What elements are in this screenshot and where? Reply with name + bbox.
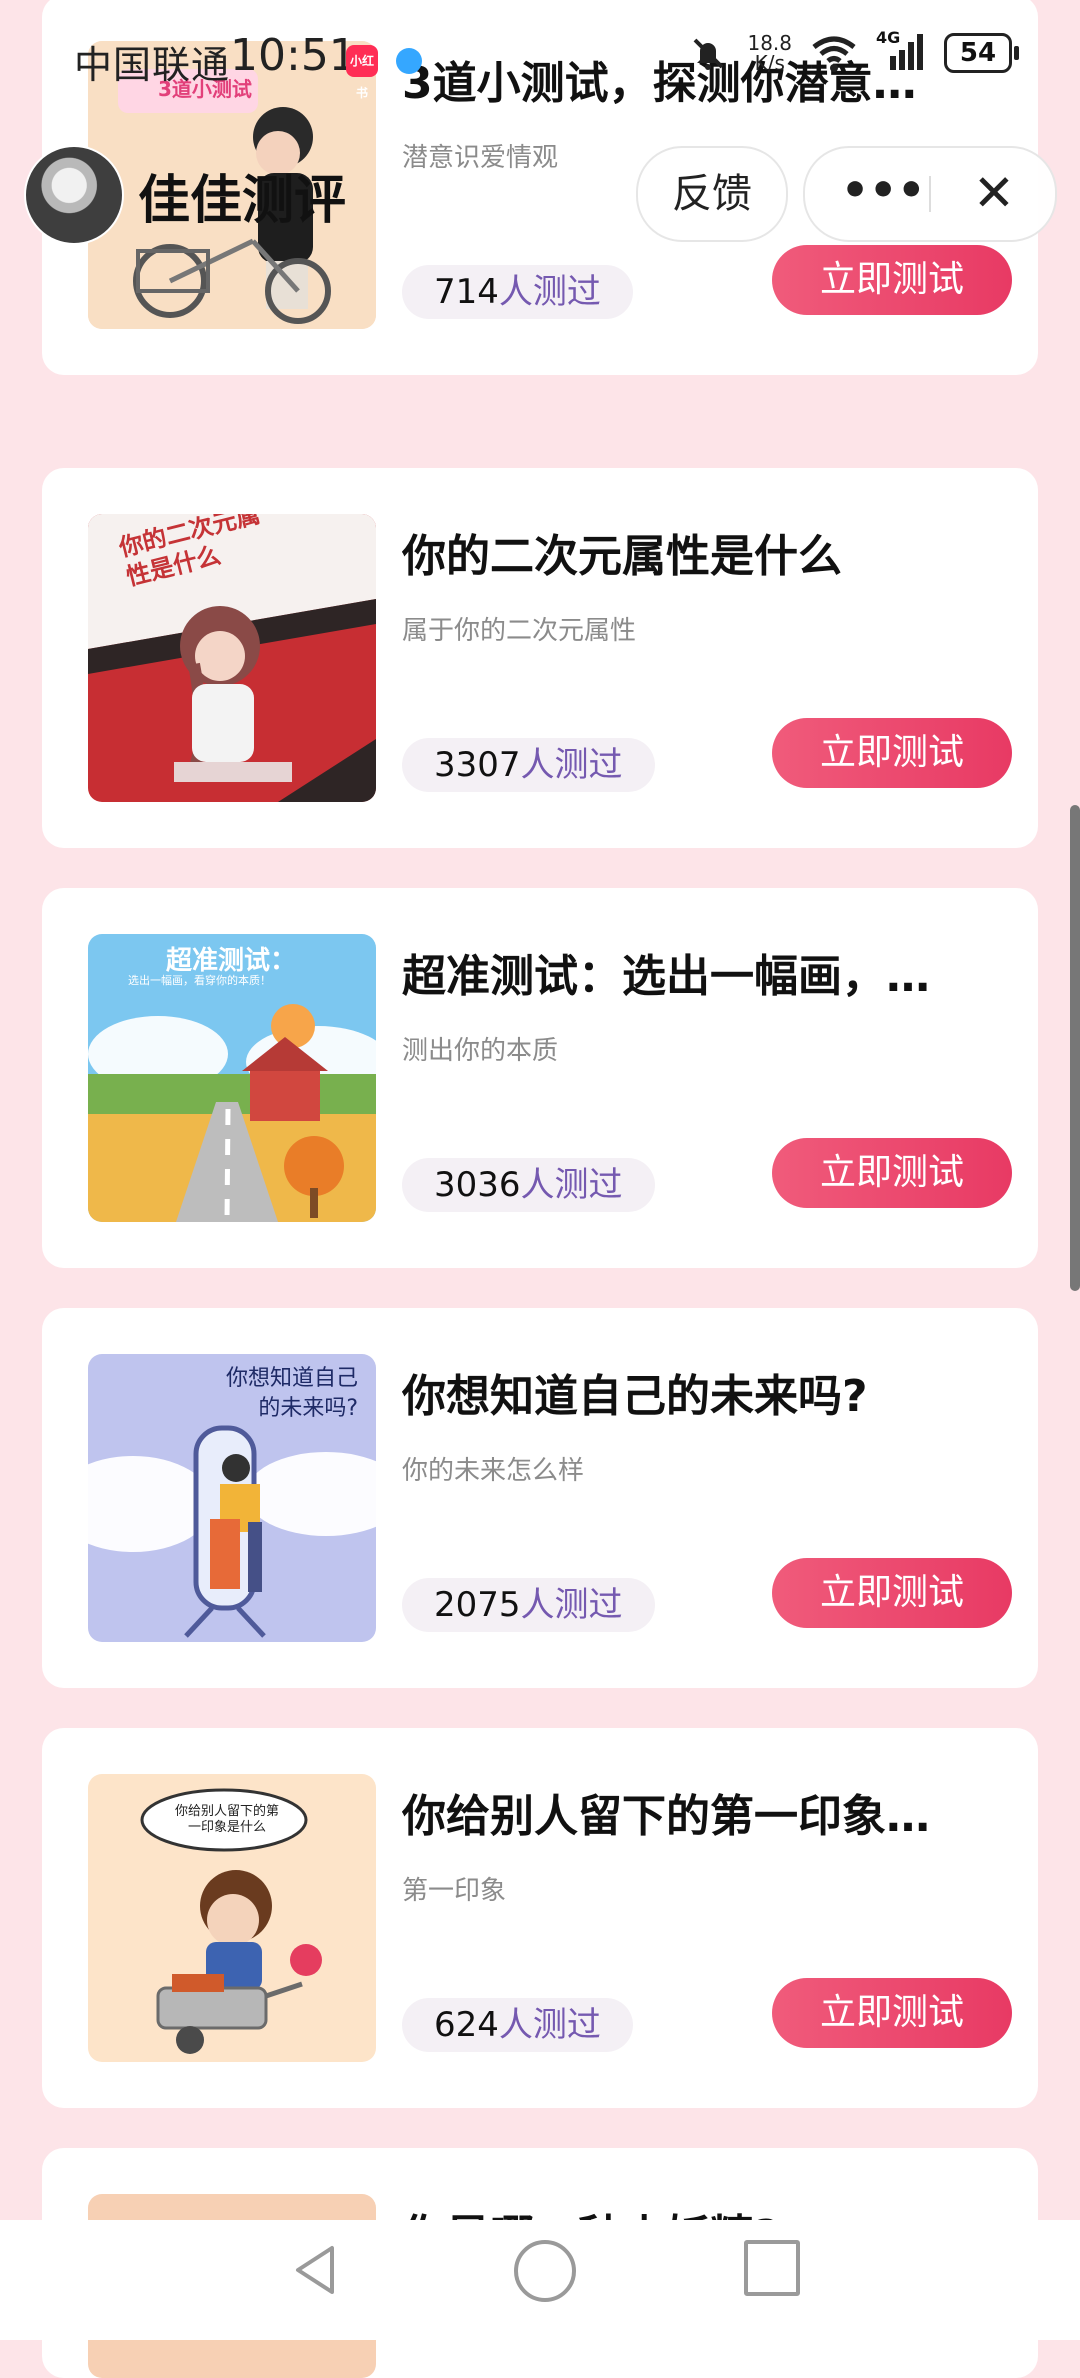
start-test-button[interactable]: 立即测试 — [772, 1978, 1012, 2048]
quiz-subtitle: 属于你的二次元属性 — [402, 616, 637, 646]
mute-icon — [694, 38, 724, 70]
feedback-button[interactable]: 反馈 — [636, 146, 788, 242]
app-notification-icon — [396, 48, 422, 74]
quiz-thumbnail: 超准测试： 选出一幅画，看穿你的本质！ — [88, 934, 376, 1222]
tested-count: 624人测过 — [402, 1998, 633, 2052]
quiz-title: 超准测试：选出一幅画，… — [402, 951, 930, 1002]
tested-count: 714人测过 — [402, 265, 633, 319]
thumbnail-subcaption: 选出一幅画，看穿你的本质！ — [128, 974, 271, 987]
quiz-card-3[interactable]: 超准测试： 选出一幅画，看穿你的本质！ 超准测试：选出一幅画，… 测出你的本质 … — [42, 888, 1038, 1268]
battery-icon: 54 — [944, 33, 1019, 73]
quiz-thumbnail: 你想知道自己的未来吗? — [88, 1354, 376, 1642]
mini-program-capsule: ••• ✕ — [803, 146, 1057, 242]
recent-apps-icon[interactable] — [744, 2240, 800, 2296]
home-icon[interactable] — [514, 2240, 576, 2302]
quiz-card-4[interactable]: 你想知道自己的未来吗? 你想知道自己的未来吗? 你的未来怎么样 2075人测过 … — [42, 1308, 1038, 1688]
tested-count: 3307人测过 — [402, 738, 655, 792]
close-icon[interactable]: ✕ — [959, 148, 1029, 240]
quiz-thumbnail: 你给别人留下的第一印象是什么 — [88, 1774, 376, 2062]
quiz-subtitle: 你的未来怎么样 — [402, 1456, 585, 1486]
scrollbar[interactable] — [1070, 805, 1080, 1291]
quiz-subtitle: 测出你的本质 — [402, 1036, 559, 1066]
back-icon[interactable] — [286, 2240, 346, 2300]
app-avatar[interactable] — [24, 145, 124, 245]
more-icon[interactable]: ••• — [841, 148, 925, 240]
quiz-thumbnail: 你的二次元属性是什么 — [88, 514, 376, 802]
system-navigation-bar — [0, 2220, 1080, 2340]
status-icons: 18.8 K/s 4G 54 — [687, 28, 1019, 75]
quiz-card-2[interactable]: 你的二次元属性是什么 你的二次元属性是什么 属于你的二次元属性 3307人测过 … — [42, 468, 1038, 848]
network-speed: 18.8 K/s — [747, 31, 792, 75]
tested-count: 3036人测过 — [402, 1158, 655, 1212]
start-test-button[interactable]: 立即测试 — [772, 245, 1012, 315]
quiz-title: 你想知道自己的未来吗? — [402, 1371, 868, 1422]
start-test-button[interactable]: 立即测试 — [772, 718, 1012, 788]
quiz-subtitle: 潜意识爱情观 — [402, 143, 559, 173]
status-bar: 中国联通 10:51 小红书 18.8 K/s 4G 54 — [0, 0, 1080, 118]
tested-count: 2075人测过 — [402, 1578, 655, 1632]
quiz-subtitle: 第一印象 — [402, 1876, 507, 1906]
wifi-icon — [812, 36, 856, 72]
thumbnail-caption: 你想知道自己的未来吗? — [225, 1366, 358, 1421]
quiz-title: 你给别人留下的第一印象… — [402, 1791, 930, 1842]
signal-icon: 4G — [876, 28, 926, 74]
start-test-button[interactable]: 立即测试 — [772, 1558, 1012, 1628]
quiz-title: 你的二次元属性是什么 — [402, 531, 842, 582]
start-test-button[interactable]: 立即测试 — [772, 1138, 1012, 1208]
thumbnail-caption: 你给别人留下的第一印象是什么 — [174, 1804, 279, 1835]
app-name: 佳佳测评 — [138, 171, 347, 231]
carrier-name: 中国联通 — [74, 43, 231, 87]
xiaohongshu-badge-icon: 小红书 — [346, 45, 378, 100]
capsule-divider — [929, 176, 931, 212]
status-time: 10:51 — [230, 30, 357, 81]
quiz-card-5[interactable]: 你给别人留下的第一印象是什么 你给别人留下的第一印象… 第一印象 624人测过 … — [42, 1728, 1038, 2108]
